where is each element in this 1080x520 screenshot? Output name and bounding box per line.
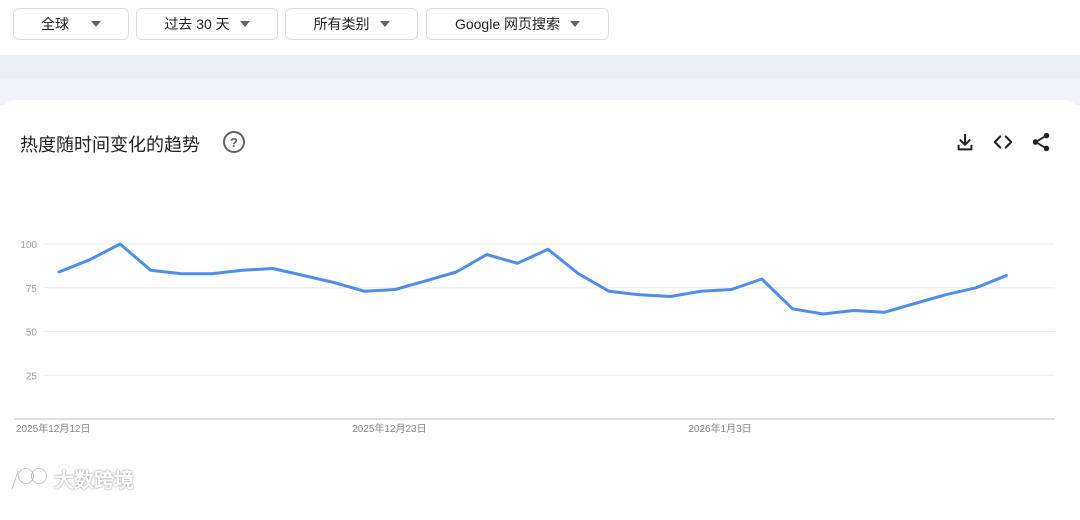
data-point <box>577 272 580 275</box>
data-point <box>730 288 733 291</box>
data-point <box>944 293 947 296</box>
x-tick-label: 2025年12月12日 <box>16 422 91 435</box>
x-tick-label: 2026年1月3日 <box>688 422 751 435</box>
watermark-logo-icon <box>10 467 47 490</box>
data-point <box>271 267 274 270</box>
data-point <box>974 286 977 289</box>
data-point <box>363 290 366 293</box>
data-point <box>852 309 855 312</box>
data-point <box>210 272 213 275</box>
data-point <box>424 279 427 282</box>
data-point <box>485 253 488 256</box>
y-tick-label: 75 <box>26 284 38 295</box>
data-point <box>241 269 244 272</box>
data-point <box>455 271 458 274</box>
data-point <box>180 272 183 275</box>
data-point <box>302 274 305 277</box>
data-point <box>699 290 702 293</box>
data-point <box>88 258 91 261</box>
data-point <box>333 281 336 284</box>
data-point <box>119 243 122 246</box>
data-point <box>791 307 794 310</box>
data-point <box>394 288 397 291</box>
watermark-text: 大数跨境 <box>54 470 134 492</box>
data-point <box>149 269 152 272</box>
y-tick-label: 100 <box>20 240 37 251</box>
y-tick-label: 50 <box>26 328 38 339</box>
data-point <box>913 302 916 305</box>
data-point <box>547 248 550 251</box>
data-point <box>760 278 763 281</box>
series-line <box>57 242 1008 316</box>
data-point <box>608 290 611 293</box>
data-point <box>669 295 672 298</box>
data-point <box>883 311 886 314</box>
data-point <box>58 271 61 274</box>
trend-chart: 25 50 75 100 2025年12月12日 2025年12月23日 2026年1月3日 <box>14 240 1055 435</box>
data-point <box>822 313 825 316</box>
y-tick-label: 25 <box>26 371 38 382</box>
data-point <box>516 262 519 265</box>
x-tick-label: 2025年12月23日 <box>352 422 427 435</box>
watermark: 大数跨境 <box>8 464 134 493</box>
data-point <box>638 293 641 296</box>
data-point <box>1005 274 1008 277</box>
